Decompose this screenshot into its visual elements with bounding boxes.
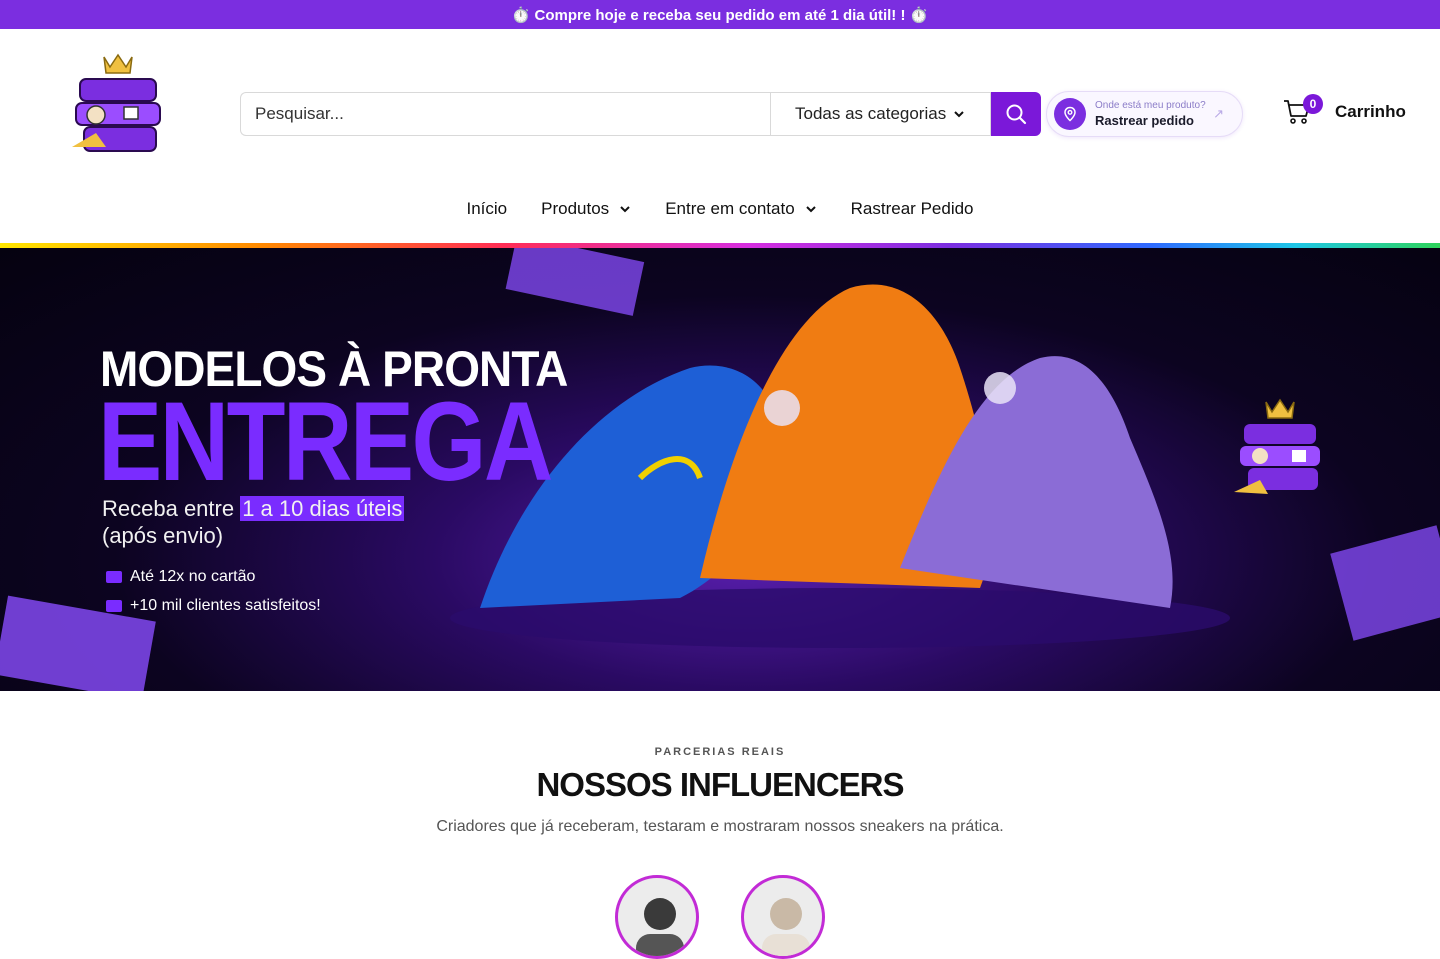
search-button[interactable] [991, 92, 1041, 136]
nav-item-label: Entre em contato [665, 199, 795, 218]
nav-item-label: Início [466, 199, 508, 218]
category-select[interactable]: Todas as categorias [770, 92, 991, 136]
track-order-hint: Onde está meu produto? [1095, 100, 1206, 111]
announcement-text: ⏱️ Compre hoje e receba seu pedido em at… [511, 6, 929, 24]
hero-subtitle: Receba entre 1 a 10 dias úteis [102, 496, 405, 522]
hero-subtitle-prefix: Receba entre [102, 496, 241, 521]
influencers-subtitle: Criadores que já receberam, testaram e m… [436, 818, 1004, 835]
hero-subtitle-highlight: 1 a 10 dias úteis [240, 496, 405, 521]
cart-button[interactable]: 0 Carrinho [1283, 94, 1406, 125]
store-logo[interactable] [66, 49, 170, 155]
hero-title-line2: ENTREGA [98, 379, 553, 504]
influencer-avatar[interactable] [741, 875, 825, 959]
hero-bullet-customers: +10 mil clientes satisfeitos! [106, 597, 321, 615]
chevron-down-icon [954, 111, 964, 118]
search-bar: Todas as categorias [240, 92, 1041, 136]
track-order-label: Rastrear pedido [1095, 113, 1194, 128]
hero-bullet-text: +10 mil clientes satisfeitos! [130, 597, 321, 614]
cart-count-badge: 0 [1303, 94, 1323, 114]
arrow-up-right-icon: ↗ [1213, 106, 1224, 121]
search-input[interactable] [240, 92, 770, 136]
chevron-down-icon [620, 206, 630, 213]
hero-subtitle-line2: (após envio) [102, 523, 224, 548]
influencers-eyebrow: PARCERIAS REAIS [654, 746, 786, 758]
category-select-label: Todas as categorias [795, 104, 947, 123]
hero-brand-logo [1232, 396, 1328, 502]
cart-label: Carrinho [1335, 102, 1406, 121]
hero-banner[interactable]: MODELOS À PRONTA ENTREGA Receba entre 1 … [0, 248, 1440, 691]
nav-item-label: Rastrear Pedido [850, 199, 974, 218]
search-icon [1006, 104, 1027, 125]
influencers-title: NOSSOS INFLUENCERS [536, 766, 904, 803]
nav-item-produtos[interactable]: Produtos [541, 199, 631, 219]
location-pin-icon [1054, 98, 1086, 130]
chevron-down-icon [805, 206, 816, 213]
main-nav: Início Produtos Entre em contato Rastrea… [0, 199, 1440, 219]
nav-item-contato[interactable]: Entre em contato [665, 199, 816, 219]
announcement-bar: ⏱️ Compre hoje e receba seu pedido em at… [0, 0, 1440, 29]
site-header: Todas as categorias Onde está meu produt… [0, 29, 1440, 244]
influencer-avatar[interactable] [615, 875, 699, 959]
track-order-button[interactable]: Onde está meu produto? Rastrear pedido ↗ [1046, 91, 1243, 137]
hero-bullet-installments: Até 12x no cartão [106, 568, 255, 586]
nav-item-inicio[interactable]: Início [467, 199, 508, 219]
nav-item-rastrear[interactable]: Rastrear Pedido [851, 199, 974, 219]
credit-card-icon [106, 571, 122, 583]
users-icon [106, 600, 122, 612]
nav-item-label: Produtos [541, 199, 610, 218]
hero-bullet-text: Até 12x no cartão [130, 568, 256, 585]
